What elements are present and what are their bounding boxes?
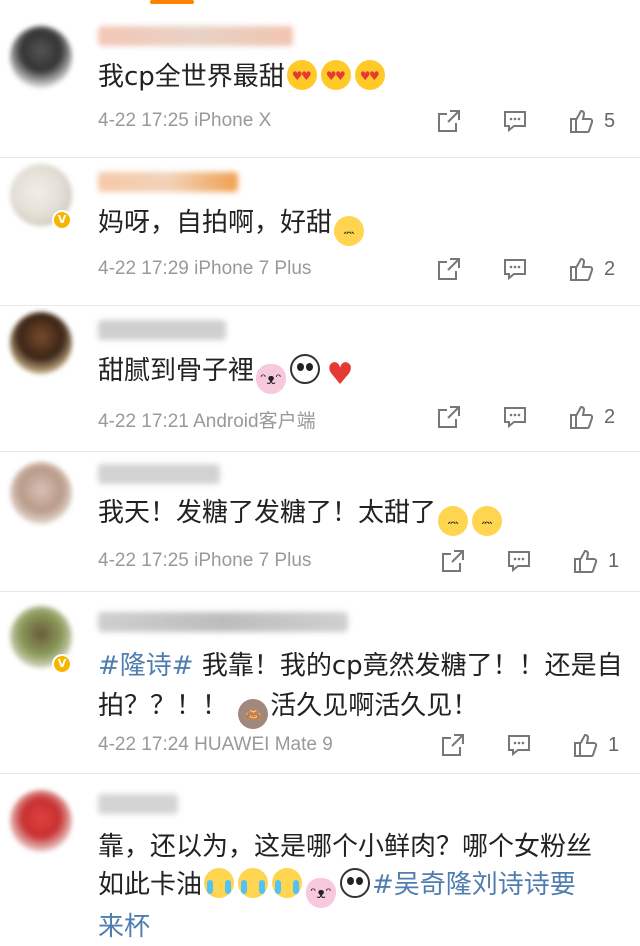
comment-actions: 1	[440, 548, 630, 578]
red-heart-emoji: ♥	[326, 357, 354, 392]
thumbs-up-icon[interactable]	[568, 108, 594, 134]
avatar[interactable]	[10, 26, 72, 88]
comment-device: iPhone 7 Plus	[194, 258, 312, 279]
comment-actions: 1	[440, 732, 630, 762]
avatar[interactable]	[10, 312, 72, 374]
thumbs-up-icon[interactable]	[568, 256, 594, 282]
comment-icon[interactable]	[502, 404, 528, 430]
blush-emoji: ˶˵	[472, 506, 503, 536]
panda-emoji	[340, 868, 371, 898]
like-count: 2	[604, 406, 616, 428]
crying-emoji	[272, 868, 303, 898]
comment-line-1: 靠，还以为，这是哪个小鲜肉？哪个女粉丝	[98, 832, 593, 862]
comment-icon[interactable]	[502, 108, 528, 134]
comment-text: 妈呀，自拍啊，好甜 ˶˵	[98, 204, 620, 246]
comment-time: 4-22 17:25	[98, 110, 189, 131]
share-icon[interactable]	[436, 404, 462, 430]
share-icon[interactable]	[436, 256, 462, 282]
comment-text-content: 妈呀，自拍啊，好甜	[98, 208, 333, 238]
comment-time: 4-22 17:29	[98, 258, 189, 279]
like-count: 2	[604, 258, 616, 280]
verified-badge: V	[52, 210, 72, 230]
thumbs-up-icon[interactable]	[572, 548, 598, 574]
comment-meta: 4-22 17:25 iPhone 7 Plus	[98, 550, 311, 572]
comment-meta: 4-22 17:21 Android客户端	[98, 406, 316, 433]
comment-text-content: 甜腻到骨子裡	[98, 356, 255, 386]
share-icon[interactable]	[440, 732, 466, 758]
avatar[interactable]	[10, 790, 72, 852]
comment-text: 靠，还以为，这是哪个小鲜肉？哪个女粉丝 如此卡油 ᵔᴥᵔ #吴奇隆刘诗诗要 来杯	[98, 828, 620, 946]
comment-text: 我cp全世界最甜	[98, 58, 620, 96]
heart-eyes-emoji	[320, 60, 351, 91]
comment-text-content: 拍？？！！	[98, 691, 229, 721]
comment-actions: 5	[436, 108, 626, 138]
comment-text-content: 我靠！我的cp竟然发糖了！！还是自	[193, 651, 623, 681]
like-count: 1	[608, 550, 620, 572]
username-blurred[interactable]	[98, 612, 348, 632]
pig-emoji: ᵔᴥᵔ	[256, 364, 287, 394]
share-icon[interactable]	[436, 108, 462, 134]
comment-text: 甜腻到骨子裡 ᵔᴥᵔ ♥	[98, 352, 620, 394]
comment-text-content: 我天！发糖了发糖了！太甜了	[98, 498, 437, 528]
username-blurred[interactable]	[98, 172, 238, 192]
comment-icon[interactable]	[502, 256, 528, 282]
pig-emoji: ᵔᴥᵔ	[306, 878, 337, 908]
username-blurred[interactable]	[98, 26, 293, 46]
comment-text-content: 活久见啊活久见！	[270, 691, 479, 721]
comment-line-1: #隆诗# 我靠！我的cp竟然发糖了！！还是自	[98, 646, 623, 686]
comment-text-content: 我cp全世界最甜	[98, 62, 285, 92]
comment-item: 甜腻到骨子裡 ᵔᴥᵔ ♥ 4-22 17:21 Android客户端 2	[0, 306, 640, 452]
comment-line-2: 拍？？！！ 🙈 活久见啊活久见！	[98, 686, 620, 729]
heart-eyes-emoji	[354, 60, 385, 91]
comment-actions: 2	[436, 404, 626, 434]
comment-time: 4-22 17:25	[98, 550, 189, 571]
tab-indicator	[150, 0, 194, 4]
panda-emoji	[290, 354, 321, 384]
avatar[interactable]	[10, 462, 72, 524]
comment-meta: 4-22 17:25 iPhone X	[98, 110, 271, 132]
comment-line-3[interactable]: 来杯	[98, 908, 620, 946]
topic-link[interactable]: #隆诗#	[98, 651, 194, 681]
comment-device: HUAWEI Mate 9	[194, 734, 333, 755]
verified-badge: V	[52, 654, 72, 674]
comment-text-content: 如此卡油	[98, 870, 203, 900]
username-blurred[interactable]	[98, 320, 226, 340]
topic-link[interactable]: #吴奇隆刘诗诗要	[372, 870, 576, 900]
blush-emoji: ˶˵	[334, 216, 365, 246]
thumbs-up-icon[interactable]	[568, 404, 594, 430]
comment-meta: 4-22 17:29 iPhone 7 Plus	[98, 258, 311, 280]
like-count: 1	[608, 734, 620, 756]
comment-actions: 2	[436, 256, 626, 286]
comment-item: 我cp全世界最甜 4-22 17:25 iPhone X 5	[0, 8, 640, 158]
comment-time: 4-22 17:24	[98, 734, 189, 755]
comment-text: #隆诗# 我靠！我的cp竟然发糖了！！还是自 拍？？！！ 🙈 活久见啊活久见！	[98, 646, 623, 729]
see-no-evil-monkey-emoji: 🙈	[238, 699, 269, 729]
crying-emoji	[204, 868, 235, 898]
comment-time: 4-22 17:21	[98, 411, 189, 432]
comment-item: 我天！发糖了发糖了！太甜了 ˶˵ ˶˵ 4-22 17:25 iPhone 7 Pl…	[0, 452, 640, 592]
username-blurred[interactable]	[98, 464, 220, 484]
blush-emoji: ˶˵	[438, 506, 469, 536]
share-icon[interactable]	[440, 548, 466, 574]
username-blurred[interactable]	[98, 794, 178, 814]
crying-emoji	[238, 868, 269, 898]
comment-meta: 4-22 17:24 HUAWEI Mate 9	[98, 734, 333, 756]
comment-device: Android客户端	[193, 411, 316, 432]
thumbs-up-icon[interactable]	[572, 732, 598, 758]
comment-line-2: 如此卡油 ᵔᴥᵔ #吴奇隆刘诗诗要	[98, 866, 620, 908]
comment-icon[interactable]	[506, 732, 532, 758]
comment-item: V #隆诗# 我靠！我的cp竟然发糖了！！还是自 拍？？！！ 🙈 活久见啊活久见！…	[0, 592, 640, 774]
comment-device: iPhone 7 Plus	[194, 550, 312, 571]
like-count: 5	[604, 110, 616, 132]
comment-text: 我天！发糖了发糖了！太甜了 ˶˵ ˶˵	[98, 494, 620, 536]
comment-device: iPhone X	[194, 110, 272, 131]
comment-item: 靠，还以为，这是哪个小鲜肉？哪个女粉丝 如此卡油 ᵔᴥᵔ #吴奇隆刘诗诗要 来杯	[0, 774, 640, 942]
comment-item: V 妈呀，自拍啊，好甜 ˶˵ 4-22 17:29 iPhone 7 Plus 2	[0, 158, 640, 306]
heart-eyes-emoji	[286, 60, 317, 91]
comment-icon[interactable]	[506, 548, 532, 574]
